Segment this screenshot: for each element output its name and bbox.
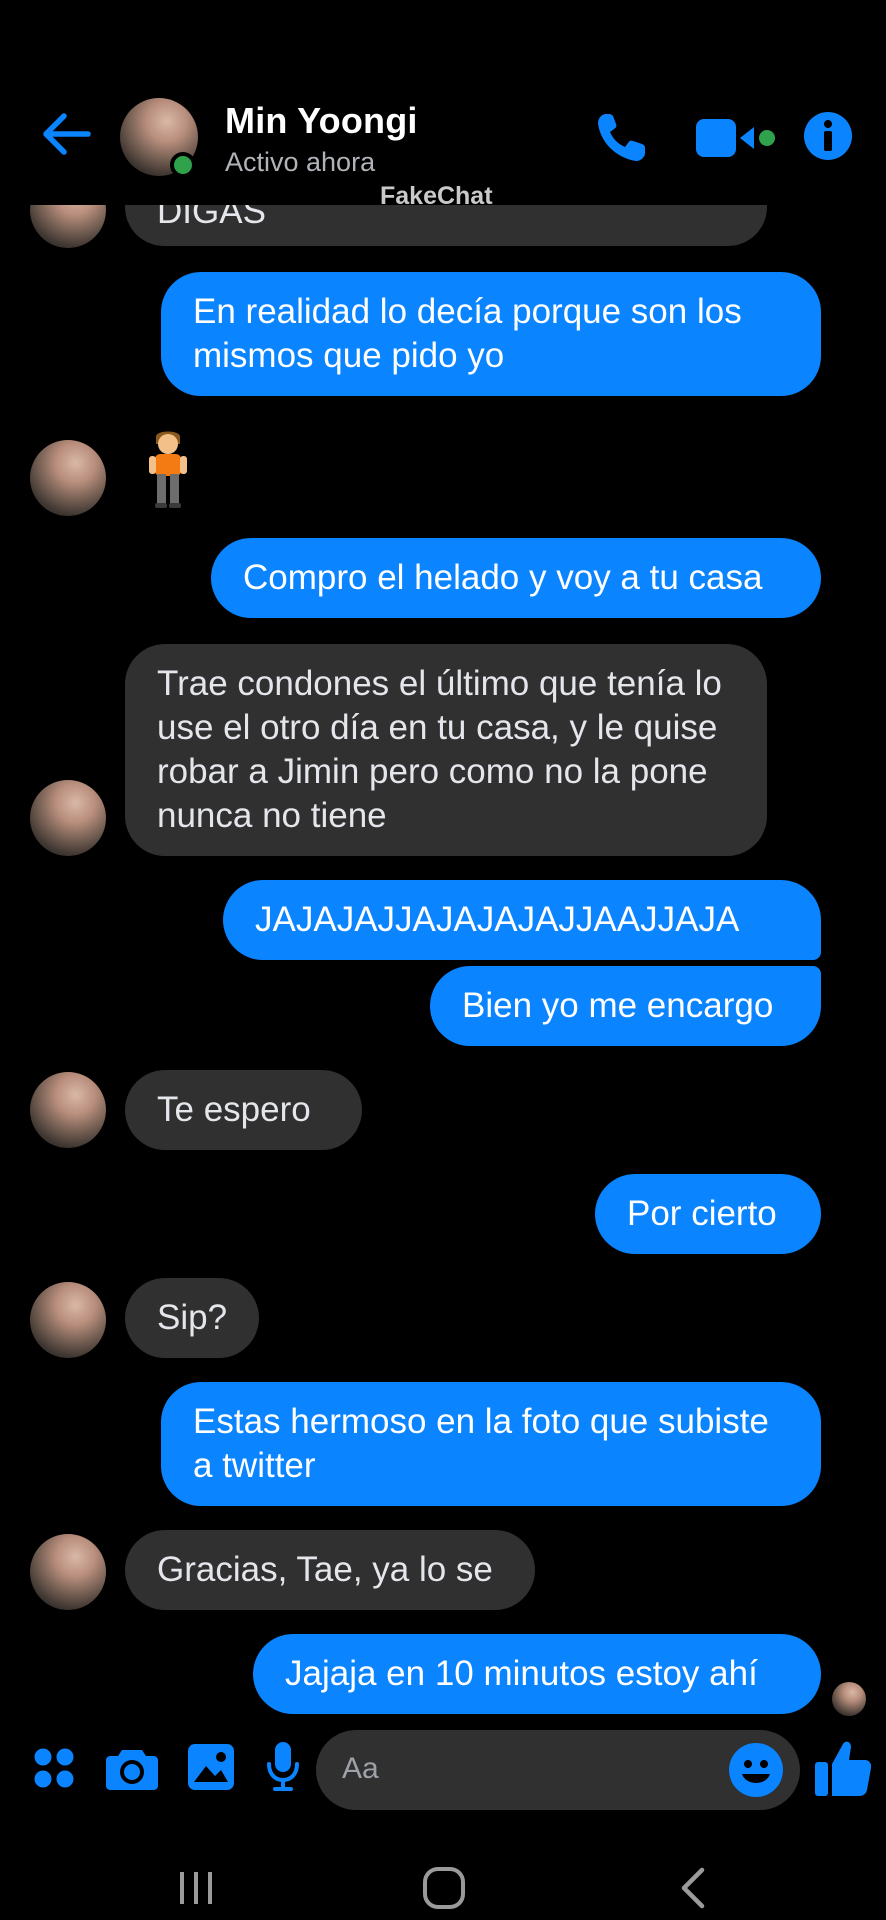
message-bubble-incoming[interactable]: Gracias, Tae, ya lo se	[125, 1530, 535, 1610]
back-arrow-icon[interactable]	[40, 108, 92, 160]
message-bubble-outgoing[interactable]: JAJAJAJJAJAJAJAJJAAJJAJA	[223, 880, 821, 960]
online-status-dot	[170, 152, 196, 178]
message-bubble-outgoing[interactable]: Estas hermoso en la foto que subiste a t…	[161, 1382, 821, 1506]
sender-avatar	[30, 440, 106, 516]
message-bubble-incoming[interactable]: Trae condones el último que tenía lo use…	[125, 644, 767, 856]
message-input-placeholder: Aa	[342, 1752, 379, 1785]
sender-avatar	[30, 1282, 106, 1358]
sender-avatar	[30, 1534, 106, 1610]
home-icon[interactable]	[422, 1866, 466, 1910]
message-bubble-incoming[interactable]: Te espero	[125, 1070, 362, 1150]
message-bubble-outgoing[interactable]: Bien yo me encargo	[430, 966, 821, 1046]
contact-name[interactable]: Min Yoongi	[225, 100, 418, 142]
camera-icon[interactable]	[106, 1746, 158, 1790]
message-bubble-outgoing[interactable]: Compro el helado y voy a tu casa	[211, 538, 821, 618]
back-nav-icon[interactable]	[678, 1866, 708, 1910]
apps-menu-icon[interactable]	[32, 1746, 76, 1790]
recent-apps-icon[interactable]	[176, 1868, 216, 1908]
message-bubble-outgoing[interactable]: Por cierto	[595, 1174, 821, 1254]
watermark-text: FakeChat	[380, 182, 493, 210]
info-icon[interactable]	[802, 110, 854, 162]
gallery-icon[interactable]	[188, 1744, 234, 1790]
emoji-icon[interactable]	[728, 1742, 784, 1798]
video-call-icon[interactable]	[696, 115, 780, 161]
sender-avatar	[30, 780, 106, 856]
sender-avatar	[30, 1072, 106, 1148]
thumbs-up-icon[interactable]	[815, 1738, 871, 1798]
message-bubble-outgoing[interactable]: Jajaja en 10 minutos estoy ahí	[253, 1634, 821, 1714]
microphone-icon[interactable]	[266, 1742, 300, 1792]
contact-status: Activo ahora	[225, 147, 376, 177]
read-receipt-avatar	[832, 1682, 866, 1716]
chat-header: Min Yoongi Activo ahora	[0, 0, 886, 205]
message-bubble-incoming[interactable]: Sip?	[125, 1278, 259, 1358]
message-bubble-outgoing[interactable]: En realidad lo decía porque son los mism…	[161, 272, 821, 396]
system-navigation-bar	[0, 1820, 886, 1920]
person-standing-emoji[interactable]	[146, 430, 190, 510]
phone-call-icon[interactable]	[592, 110, 652, 166]
